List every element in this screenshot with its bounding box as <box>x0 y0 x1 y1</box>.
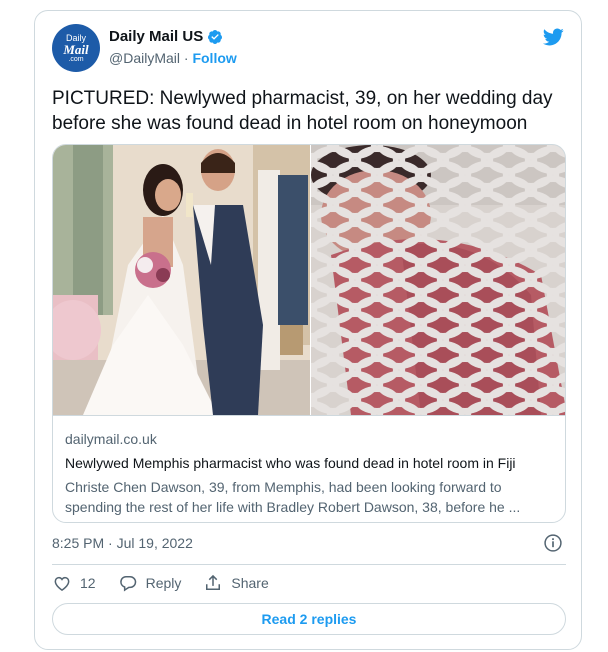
link-title: Newlywed Memphis pharmacist who was foun… <box>65 455 516 471</box>
account-handle[interactable]: @DailyMail <box>109 50 180 66</box>
heart-icon <box>54 576 70 591</box>
account-name[interactable]: Daily Mail US <box>109 28 203 45</box>
tweet-timestamp[interactable]: 8:25 PM · Jul 19, 2022 <box>52 535 193 551</box>
share-button[interactable]: Share <box>203 573 269 593</box>
link-preview-card[interactable]: dailymail.co.uk Newlywed Memphis pharmac… <box>52 144 566 523</box>
follow-button[interactable]: Follow <box>192 50 236 66</box>
divider <box>52 564 566 565</box>
like-count: 12 <box>80 575 96 591</box>
avatar-text-line3: .com <box>68 55 84 63</box>
hotel-room-photo[interactable] <box>311 145 566 415</box>
wedding-photo[interactable] <box>53 145 310 415</box>
avatar-text-line2: Mail <box>63 41 89 57</box>
twitter-bird-icon[interactable] <box>541 26 565 48</box>
link-domain: dailymail.co.uk <box>65 431 157 447</box>
reply-label: Reply <box>145 575 182 591</box>
reply-button[interactable]: Reply <box>118 573 182 593</box>
reply-icon <box>119 576 136 592</box>
account-handle-row: @DailyMail · Follow <box>109 50 237 66</box>
avatar[interactable]: Daily Mail .com <box>52 24 100 72</box>
link-preview-text[interactable]: dailymail.co.uk Newlywed Memphis pharmac… <box>53 415 565 522</box>
share-icon <box>206 574 221 590</box>
tweet-card: Daily Mail .com Daily Mail US @DailyMail… <box>34 10 582 650</box>
tweet-text: PICTURED: Newlywed pharmacist, 39, on he… <box>52 88 553 134</box>
separator-dot: · <box>180 50 193 66</box>
action-bar: 12 Reply Share <box>52 573 291 593</box>
share-label: Share <box>231 575 269 591</box>
read-replies-button[interactable]: Read 2 replies <box>52 603 566 635</box>
info-icon[interactable] <box>543 533 563 553</box>
like-button[interactable]: 12 <box>52 573 96 593</box>
account-name-row: Daily Mail US <box>109 28 223 45</box>
link-description: Christe Chen Dawson, 39, from Memphis, h… <box>65 479 521 515</box>
verified-badge-icon <box>208 29 223 44</box>
